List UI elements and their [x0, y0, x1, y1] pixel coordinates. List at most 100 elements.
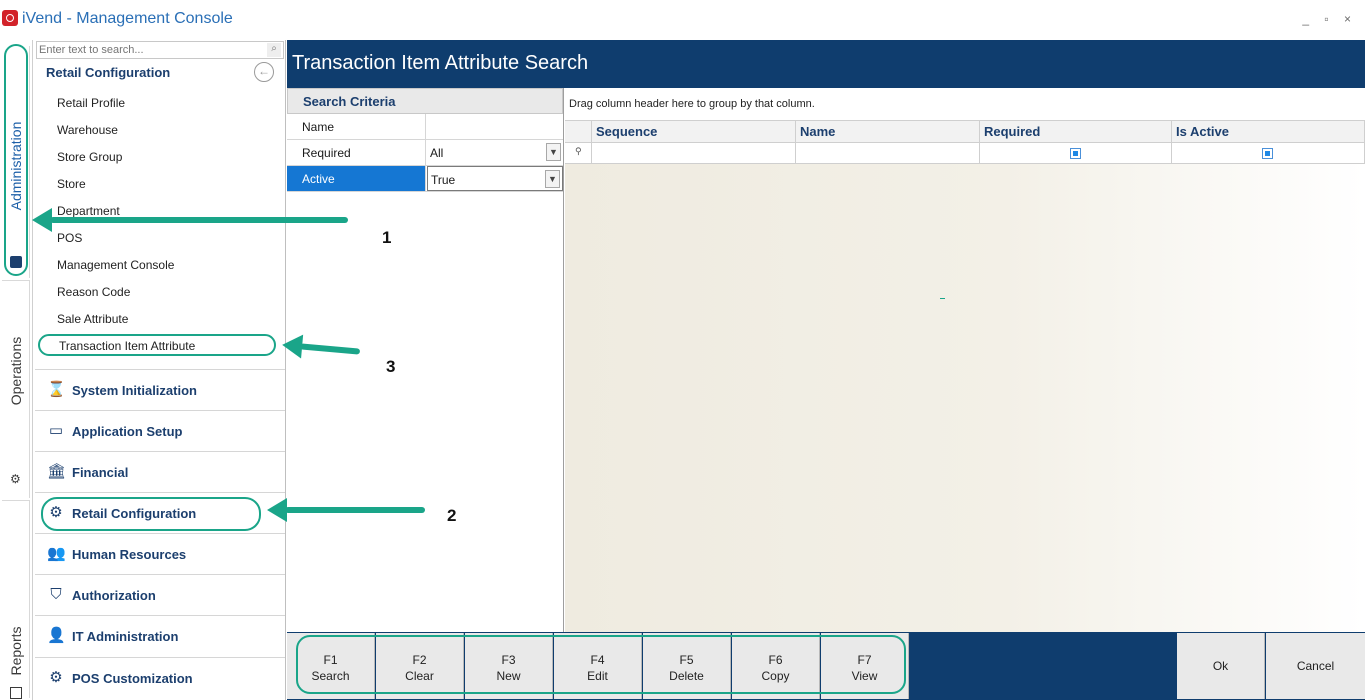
f2-key: F2 [412, 653, 427, 667]
name-filter-input[interactable] [427, 114, 563, 139]
gears-icon: ⚙ [49, 504, 63, 521]
nav-item-retail-profile[interactable]: Retail Profile [57, 96, 125, 110]
nav-item-pos[interactable]: POS [57, 231, 82, 245]
nav-group-retail-configuration[interactable]: ⚙ Retail Configuration [35, 492, 285, 533]
grid-marker [940, 298, 945, 299]
nav-group-label: Authorization [72, 588, 156, 603]
nav-group-label: System Initialization [72, 383, 197, 398]
pos-config-icon: ⚙ [49, 669, 63, 686]
annotation-number-2: 2 [447, 506, 457, 525]
f3-new-button[interactable]: F3 New [465, 633, 553, 699]
f4-edit-button[interactable]: F4 Edit [554, 633, 642, 699]
criteria-row-name: Name [287, 114, 563, 140]
user-admin-icon: 👤 [47, 627, 66, 644]
f1-search-button[interactable]: F1 Search [287, 633, 375, 699]
nav-group-application-setup[interactable]: ▭ Application Setup [35, 410, 285, 451]
nav-group-financial[interactable]: 🏛 Financial [35, 451, 285, 492]
nav-group-it-administration[interactable]: 👤 IT Administration [35, 615, 285, 656]
function-key-bar: F1 Search F2 Clear F3 New F4 Edit F5 Del… [287, 632, 1365, 700]
bank-icon: 🏛 [47, 463, 67, 480]
search-criteria-header: Search Criteria [287, 88, 563, 114]
filter-row-indicator: ⚲ [565, 143, 592, 164]
nav-item-sale-attribute[interactable]: Sale Attribute [57, 312, 128, 326]
filter-pin-icon: ⚲ [575, 146, 582, 156]
f2-label: Clear [405, 669, 434, 683]
f5-delete-button[interactable]: F5 Delete [643, 633, 731, 699]
filter-cell-name[interactable] [796, 143, 980, 164]
reports-icon [10, 687, 22, 699]
f5-key: F5 [679, 653, 694, 667]
cancel-button[interactable]: Cancel [1266, 633, 1365, 699]
nav-group-system-initialization[interactable]: ⌛ System Initialization [35, 369, 285, 410]
tab-reports-label: Reports [8, 626, 24, 676]
gear-icon: ⚙ [10, 472, 21, 486]
shield-icon: ⛉ [50, 586, 62, 603]
column-header-name[interactable]: Name [796, 120, 980, 143]
nav-item-store[interactable]: Store [57, 177, 86, 191]
active-filter-select[interactable]: True ▼ [427, 166, 563, 191]
annotation-ring-administration [4, 44, 28, 276]
nav-group-human-resources[interactable]: 👥 Human Resources [35, 533, 285, 574]
search-icon[interactable]: ⌕ [267, 43, 281, 57]
window-controls[interactable]: _ ▫ × [1302, 12, 1357, 26]
chevron-down-icon[interactable]: ▼ [545, 170, 560, 188]
tab-reports[interactable]: Reports [2, 500, 30, 699]
tab-operations[interactable]: Operations ⚙ [2, 280, 30, 498]
nav-group-label: Human Resources [72, 547, 187, 562]
criteria-label: Active [287, 166, 426, 191]
is-active-filter-checkbox[interactable] [1262, 148, 1273, 159]
column-header-sequence[interactable]: Sequence [592, 120, 796, 143]
group-by-hint: Drag column header here to group by that… [565, 88, 1365, 120]
f3-key: F3 [501, 653, 516, 667]
nav-search-input[interactable] [37, 42, 262, 58]
required-filter-checkbox[interactable] [1070, 148, 1081, 159]
filter-cell-required[interactable] [980, 143, 1172, 164]
f3-label: New [496, 669, 521, 683]
annotation-number-1: 1 [382, 228, 392, 247]
annotation-arrow-2 [267, 498, 425, 522]
ok-button[interactable]: Ok [1177, 633, 1265, 699]
nav-group-authorization[interactable]: ⛉ Authorization [35, 574, 285, 615]
criteria-label: Required [287, 140, 426, 165]
nav-item-management-console[interactable]: Management Console [57, 258, 174, 272]
filter-cell-sequence[interactable] [592, 143, 796, 164]
nav-item-transaction-item-attribute[interactable]: Transaction Item Attribute [38, 334, 276, 356]
active-filter-value: True [431, 173, 456, 187]
annotation-number-3: 3 [386, 357, 396, 376]
nav-item-reason-code[interactable]: Reason Code [57, 285, 130, 299]
nav-item-warehouse[interactable]: Warehouse [57, 123, 118, 137]
filter-cell-is-active[interactable] [1172, 143, 1365, 164]
column-header-is-active[interactable]: Is Active [1172, 120, 1365, 143]
nav-item-store-group[interactable]: Store Group [57, 150, 122, 164]
nav-group-pos-customization[interactable]: ⚙ POS Customization [35, 657, 285, 698]
page-header: Transaction Item Attribute Search [287, 40, 1365, 88]
app-logo-icon [2, 10, 18, 26]
required-filter-select[interactable]: All ▼ [427, 140, 563, 165]
nav-group-label: IT Administration [72, 629, 179, 644]
f6-key: F6 [768, 653, 783, 667]
f7-label: View [851, 669, 878, 683]
nav-item-department[interactable]: Department [57, 204, 120, 218]
hourglass-icon: ⌛ [47, 381, 66, 398]
navigation-panel: ⌕ Retail Configuration ← Retail Profile … [35, 40, 286, 700]
column-header-required[interactable]: Required [980, 120, 1172, 143]
tab-operations-label: Operations [8, 336, 24, 406]
nav-group-label: Financial [72, 465, 129, 480]
f6-copy-button[interactable]: F6 Copy [732, 633, 820, 699]
user-search-icon: 👥 [47, 545, 66, 562]
f5-label: Delete [669, 669, 704, 683]
row-indicator-header [565, 120, 592, 143]
search-criteria-panel: Search Criteria Name Required All ▼ Acti… [287, 88, 564, 632]
terminal-icon: ▭ [48, 422, 64, 439]
nav-group-label: Retail Configuration [72, 506, 197, 521]
back-arrow-icon[interactable]: ← [254, 62, 274, 82]
f7-view-button[interactable]: F7 View [821, 633, 909, 699]
nav-group-label: POS Customization [72, 671, 193, 686]
nav-section-title: Retail Configuration [46, 65, 171, 80]
chevron-down-icon[interactable]: ▼ [546, 143, 561, 161]
nav-search-box[interactable]: ⌕ [36, 41, 284, 59]
f2-clear-button[interactable]: F2 Clear [376, 633, 464, 699]
f4-key: F4 [590, 653, 605, 667]
page-title: Transaction Item Attribute Search [292, 52, 589, 74]
nav-group-label: Application Setup [72, 424, 183, 439]
